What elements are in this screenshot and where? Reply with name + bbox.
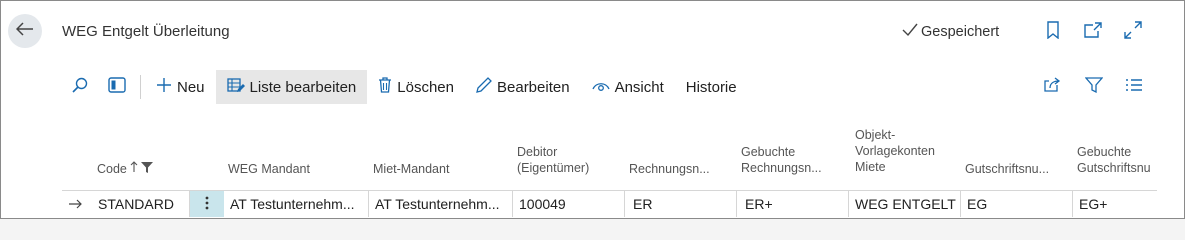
filter-active-icon	[140, 161, 153, 177]
pencil-icon	[476, 77, 492, 97]
code-header-label: Code	[97, 162, 127, 176]
share-button[interactable]	[1038, 70, 1066, 104]
expand-button[interactable]	[1122, 20, 1144, 44]
gebuchte-rech-header-line1: Gebuchte	[741, 145, 796, 159]
open-new-window-button[interactable]	[1082, 21, 1104, 43]
column-header-code[interactable]: Code	[97, 161, 153, 177]
delete-label: Löschen	[397, 78, 454, 96]
cell-miet-mandant[interactable]: AT Testunternehm...	[369, 191, 513, 217]
edit-button[interactable]: Bearbeiten	[465, 70, 581, 104]
edit-list-button[interactable]: Liste bearbeiten	[215, 70, 368, 104]
checkmark-icon	[902, 23, 918, 41]
share-icon	[1043, 76, 1061, 98]
objekt-header-line3: Miete	[855, 160, 886, 174]
view-button[interactable]: Ansicht	[581, 70, 675, 104]
filter-button[interactable]	[1080, 70, 1108, 104]
gebuchte-rech-header-line2: Rechnungsn...	[741, 161, 822, 175]
cell-gebuchte-rechnungsnummer[interactable]: ER+	[737, 191, 849, 217]
edit-list-label: Liste bearbeiten	[249, 78, 357, 96]
objekt-header-line2: Vorlagekonten	[855, 144, 935, 158]
column-header-miet-mandant[interactable]: Miet-Mandant	[373, 161, 449, 177]
column-header-gebuchte-rechnungsnummer[interactable]: Gebuchte Rechnungsn...	[741, 144, 822, 176]
gebuchte-gut-header-line2: Gutschriftsnu	[1077, 161, 1151, 175]
cell-rechnungsnummer[interactable]: ER	[625, 191, 737, 217]
search-button[interactable]	[62, 70, 98, 104]
back-button[interactable]	[8, 14, 42, 48]
back-arrow-icon	[15, 21, 34, 41]
cell-code[interactable]: STANDARD	[90, 191, 190, 217]
row-actions-button[interactable]	[190, 191, 224, 217]
open-in-new-window-icon	[1084, 21, 1102, 43]
edit-list-icon	[226, 77, 245, 97]
action-toolbar: Neu Liste bearbeiten Löschen Bearbeiten …	[62, 70, 1157, 104]
column-header-weg-mandant[interactable]: WEG Mandant	[228, 161, 310, 177]
filter-pane-icon	[108, 77, 126, 97]
expand-icon	[1124, 20, 1142, 44]
column-header-gebuchte-gutschriftsnummer[interactable]: Gebuchte Gutschriftsnu	[1077, 144, 1157, 176]
list-view-button[interactable]	[1120, 70, 1148, 104]
table-row[interactable]: STANDARD AT Testunternehm... AT Testunte…	[62, 190, 1157, 217]
objekt-header-line1: Objekt-	[855, 128, 896, 142]
history-label: Historie	[685, 78, 737, 96]
history-button[interactable]: Historie	[675, 70, 748, 104]
row-arrow-icon	[69, 196, 83, 212]
trash-icon	[378, 77, 392, 97]
toolbar-separator	[140, 75, 141, 99]
cell-gebuchte-gutschriftsnummer[interactable]: EG+	[1073, 191, 1157, 217]
filter-icon	[1084, 76, 1104, 98]
page-title: WEG Entgelt Überleitung	[62, 23, 230, 40]
list-icon	[1125, 78, 1143, 97]
cell-objekt-vorlagekonten[interactable]: WEG ENTGELT	[849, 191, 961, 217]
row-indicator[interactable]	[62, 191, 90, 217]
column-header-debitor[interactable]: Debitor (Eigentümer)	[517, 144, 589, 176]
eye-icon	[591, 79, 610, 96]
filter-pane-button[interactable]	[98, 70, 136, 104]
vertical-ellipsis-icon	[205, 196, 209, 213]
bookmark-icon	[1046, 20, 1060, 44]
column-header-objekt-vorlagekonten[interactable]: Objekt- Vorlagekonten Miete	[855, 127, 935, 175]
debitor-header-line2: (Eigentümer)	[517, 161, 590, 175]
new-label: Neu	[177, 78, 205, 96]
bookmark-button[interactable]	[1042, 20, 1064, 44]
cell-weg-mandant[interactable]: AT Testunternehm...	[224, 191, 369, 217]
plus-icon	[156, 77, 172, 97]
delete-button[interactable]: Löschen	[367, 70, 465, 104]
saved-label: Gespeichert	[921, 24, 1000, 40]
column-header-gutschriftsnummer[interactable]: Gutschriftsnu...	[965, 161, 1049, 177]
gebuchte-gut-header-line1: Gebuchte	[1077, 145, 1132, 159]
debitor-header-line1: Debitor	[517, 145, 558, 159]
new-button[interactable]: Neu	[145, 70, 216, 104]
saved-status: Gespeichert	[902, 23, 999, 41]
view-label: Ansicht	[614, 78, 664, 96]
cell-debitor[interactable]: 100049	[513, 191, 625, 217]
cell-gutschriftsnummer[interactable]: EG	[961, 191, 1073, 217]
page-panel: WEG Entgelt Überleitung Gespeichert Neu …	[50, 7, 1157, 217]
search-icon	[72, 77, 88, 97]
sort-ascending-icon	[130, 161, 138, 177]
column-header-rechnungsnummer[interactable]: Rechnungsn...	[629, 161, 710, 177]
edit-label: Bearbeiten	[497, 78, 570, 96]
